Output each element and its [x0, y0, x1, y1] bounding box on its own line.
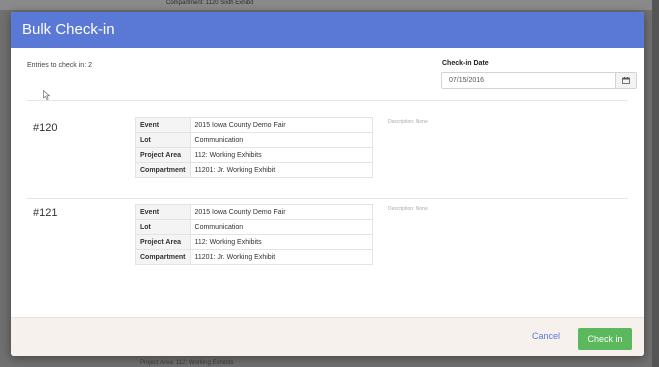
divider [27, 198, 628, 199]
calendar-button[interactable] [615, 73, 636, 88]
mouse-cursor-icon [43, 90, 51, 100]
checkin-date-value: 07/15/2016 [449, 77, 485, 84]
table-row: Compartment 11201: Jr. Working Exhibit [135, 162, 374, 178]
row-value: 11201: Jr. Working Exhibit [189, 162, 374, 178]
table-row: Project Area 112: Working Exhibits [135, 234, 374, 250]
row-key: Project Area [135, 234, 191, 250]
background-bottom-text: Project Area: 112: Working Exhibits [140, 360, 234, 366]
divider [27, 100, 628, 101]
calendar-icon [622, 77, 630, 84]
row-key: Project Area [135, 147, 191, 163]
row-value: 112: Working Exhibits [189, 234, 374, 250]
entry-description: Description: None [388, 119, 428, 125]
modal-title: Bulk Check-in [22, 21, 115, 38]
bulk-checkin-modal: Bulk Check-in Entries to check in: 2 Che… [11, 12, 644, 356]
row-key: Lot [135, 219, 191, 235]
page-scrollbar[interactable] [652, 0, 659, 367]
table-row: Event 2015 Iowa County Demo Fair [135, 204, 374, 220]
row-value: 112: Working Exhibits [189, 147, 374, 163]
row-value: 2015 Iowa County Demo Fair [189, 117, 374, 133]
entry-id: #120 [33, 122, 58, 134]
row-key: Lot [135, 132, 191, 148]
background-top-text: Compartment: 1120 Sixth Exhibit [166, 0, 254, 6]
cancel-button[interactable]: Cancel [532, 331, 560, 341]
row-value: 2015 Iowa County Demo Fair [189, 204, 374, 220]
row-key: Event [135, 204, 191, 220]
row-key: Compartment [135, 162, 191, 178]
entry-details-table: Event 2015 Iowa County Demo Fair Lot Com… [135, 117, 374, 178]
table-row: Lot Communication [135, 219, 374, 235]
row-value: Communication [189, 219, 374, 235]
table-row: Compartment 11201: Jr. Working Exhibit [135, 249, 374, 265]
row-key: Compartment [135, 249, 191, 265]
row-value: Communication [189, 132, 374, 148]
entries-count-label: Entries to check in: 2 [27, 62, 92, 69]
checkin-date-input[interactable]: 07/15/2016 [441, 72, 637, 89]
table-row: Lot Communication [135, 132, 374, 148]
entry-description: Description: None [388, 206, 428, 212]
background-top-bar: Compartment: 1120 Sixth Exhibit [0, 0, 659, 10]
check-in-button[interactable]: Check in [578, 328, 632, 350]
row-key: Event [135, 117, 191, 133]
entry-id: #121 [33, 207, 58, 219]
table-row: Event 2015 Iowa County Demo Fair [135, 117, 374, 133]
entry-details-table: Event 2015 Iowa County Demo Fair Lot Com… [135, 204, 374, 265]
modal-header: Bulk Check-in [11, 12, 644, 48]
row-value: 11201: Jr. Working Exhibit [189, 249, 374, 265]
checkin-date-label: Check-in Date [442, 60, 489, 67]
table-row: Project Area 112: Working Exhibits [135, 147, 374, 163]
